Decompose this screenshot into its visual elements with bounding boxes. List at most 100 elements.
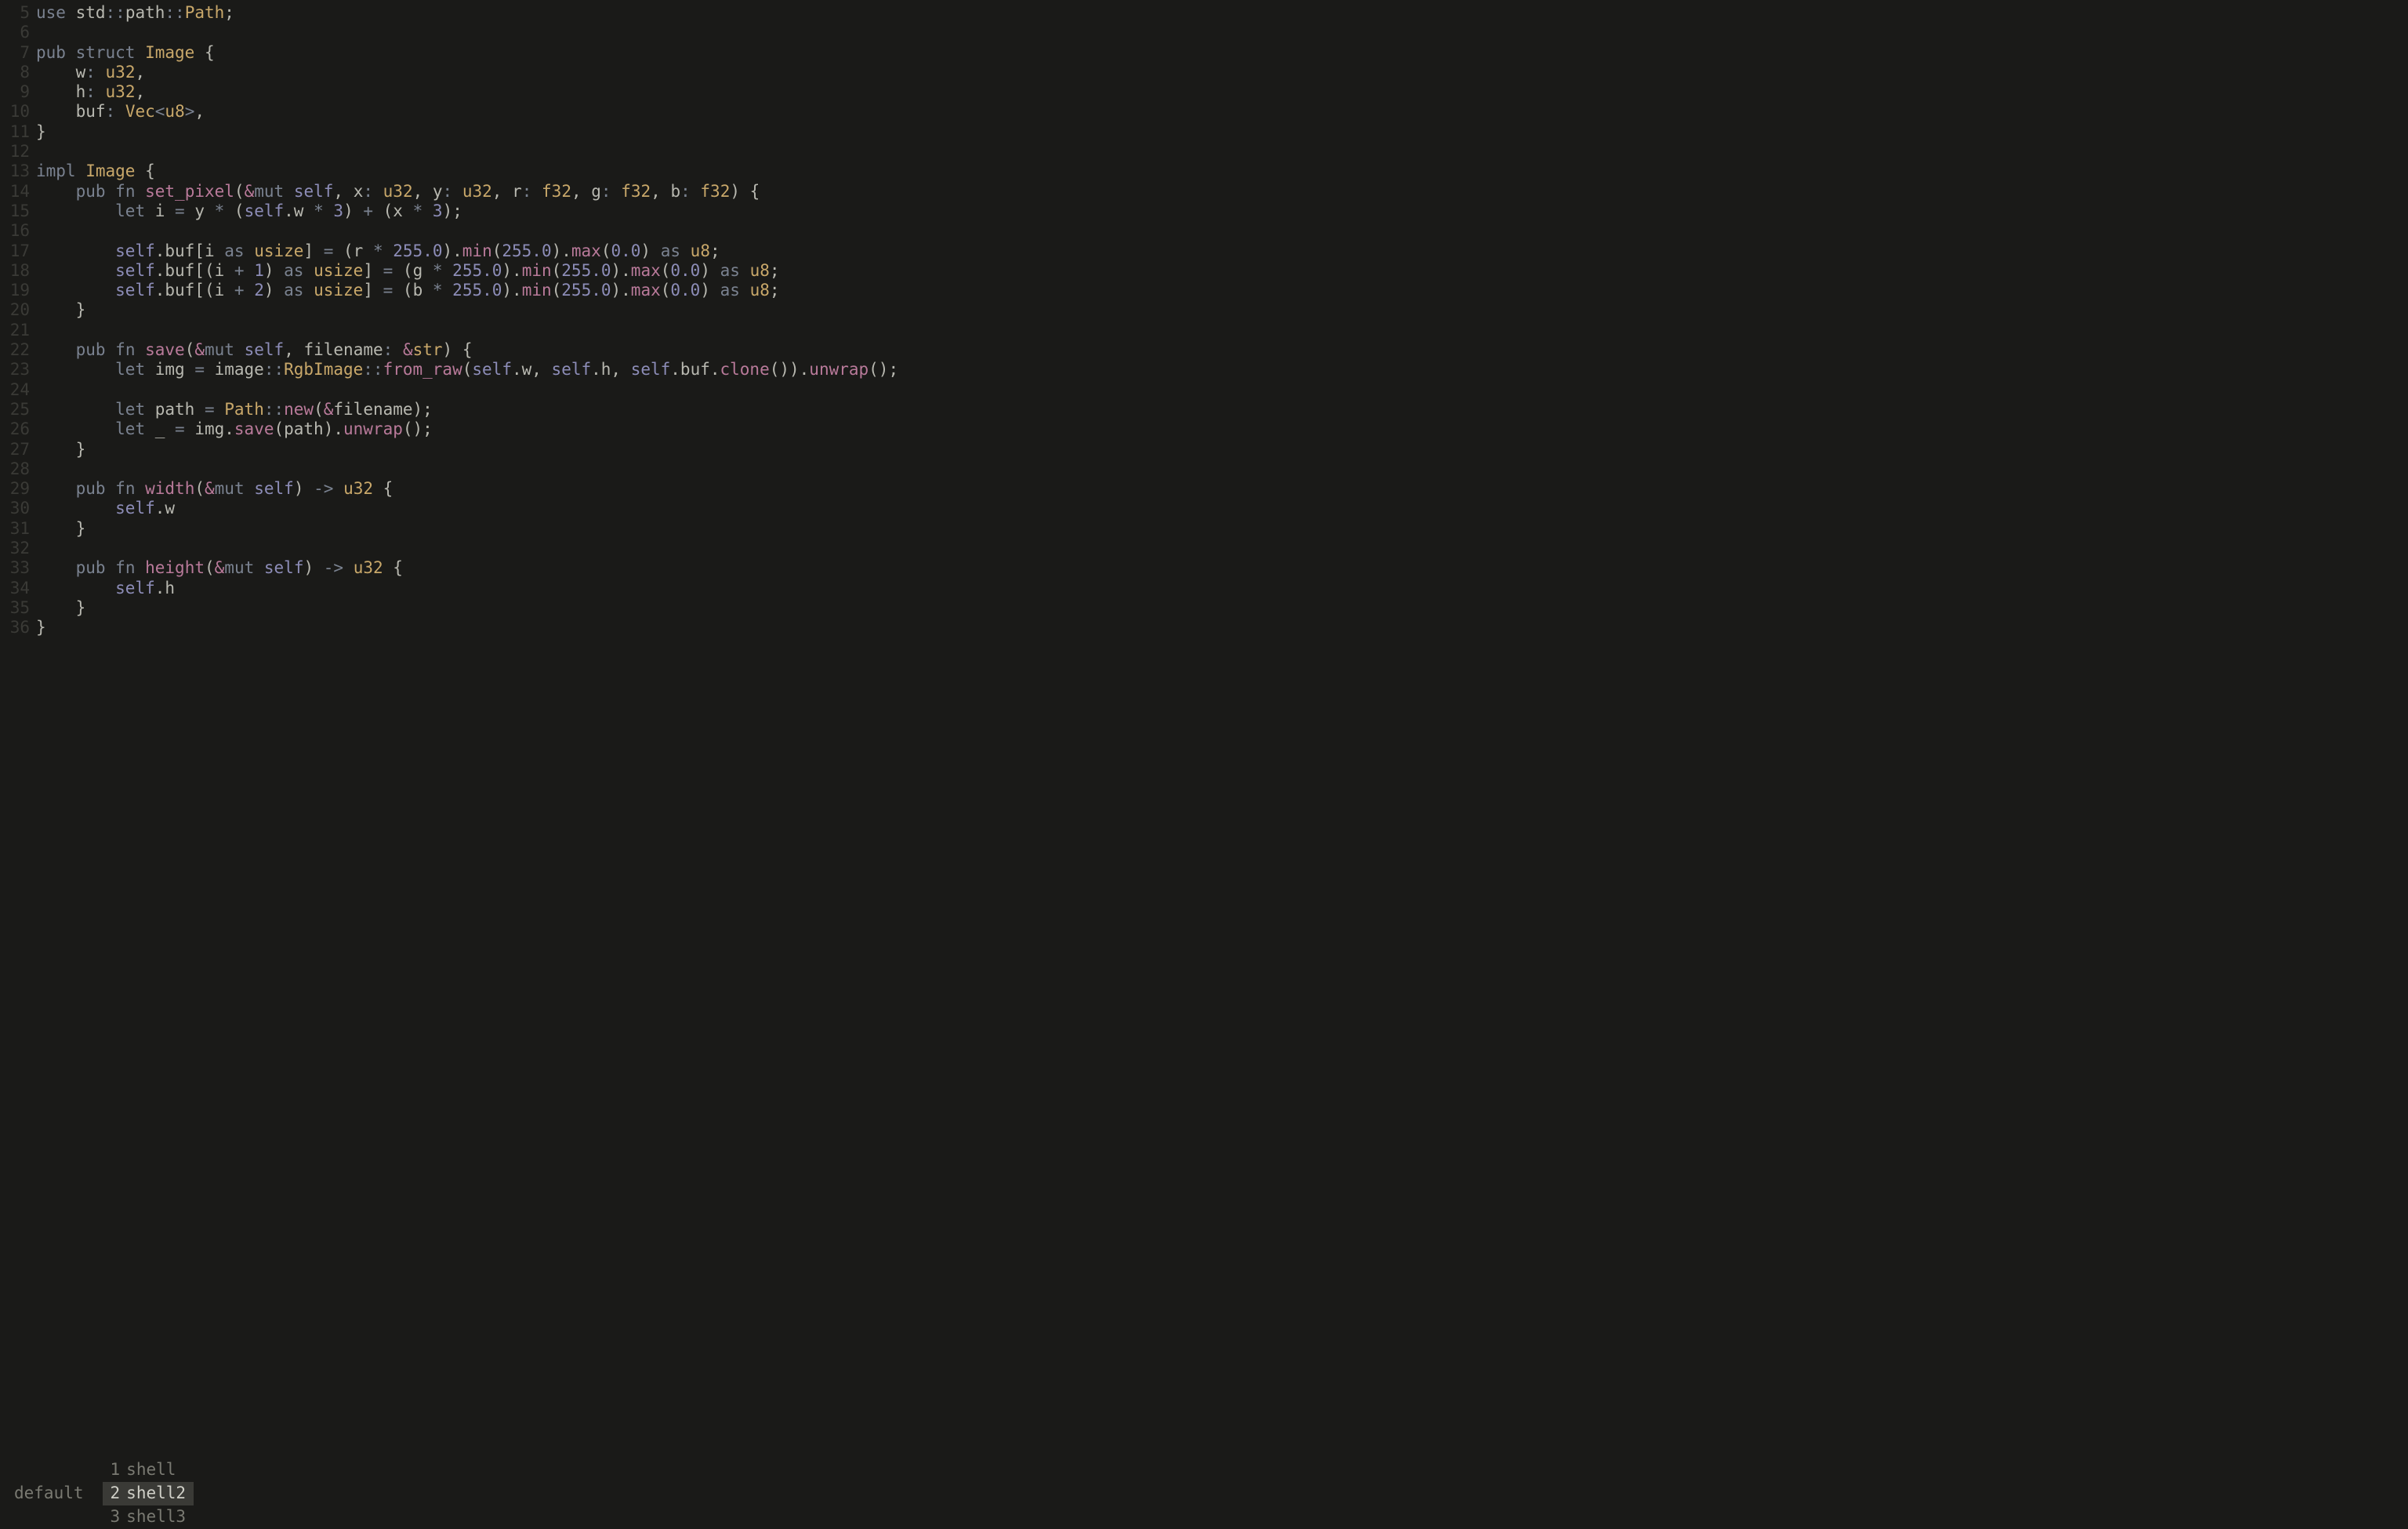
line-number: 12 — [0, 142, 36, 162]
code-line[interactable]: 22 pub fn save(&mut self, filename: &str… — [0, 340, 2408, 360]
code-content[interactable]: buf: Vec<u8>, — [36, 102, 2408, 122]
code-line[interactable]: 19 self.buf[(i + 2) as usize] = (b * 255… — [0, 281, 2408, 300]
line-number: 30 — [0, 499, 36, 518]
line-number: 33 — [0, 558, 36, 578]
line-number: 23 — [0, 360, 36, 380]
code-content[interactable]: } — [36, 618, 2408, 637]
line-number: 34 — [0, 579, 36, 598]
window-name: shell2 — [126, 1484, 186, 1503]
code-line[interactable]: 25 let path = Path::new(&filename); — [0, 400, 2408, 419]
window-name: shell3 — [126, 1507, 186, 1527]
line-number: 25 — [0, 400, 36, 419]
code-content[interactable]: pub fn width(&mut self) -> u32 { — [36, 479, 2408, 499]
code-line[interactable]: 35 } — [0, 598, 2408, 618]
code-line[interactable]: 36} — [0, 618, 2408, 637]
line-number: 13 — [0, 162, 36, 181]
line-number: 14 — [0, 182, 36, 202]
line-number: 36 — [0, 618, 36, 637]
code-line[interactable]: 11} — [0, 122, 2408, 142]
tmux-status-bar: default 1shell2shell23shell3 — [0, 1482, 2408, 1505]
line-number: 18 — [0, 261, 36, 281]
code-line[interactable]: 20 } — [0, 300, 2408, 320]
line-number: 20 — [0, 300, 36, 320]
tmux-window-shell3[interactable]: 3shell3 — [103, 1505, 194, 1529]
code-content[interactable]: self.buf[(i + 2) as usize] = (b * 255.0)… — [36, 281, 2408, 300]
code-editor[interactable]: 5use std::path::Path;67pub struct Image … — [0, 0, 2408, 1482]
code-line[interactable]: 7pub struct Image { — [0, 43, 2408, 63]
line-number: 21 — [0, 321, 36, 340]
code-line[interactable]: 29 pub fn width(&mut self) -> u32 { — [0, 479, 2408, 499]
window-index: 1 — [111, 1460, 121, 1480]
code-content[interactable]: } — [36, 598, 2408, 618]
code-content[interactable]: pub fn set_pixel(&mut self, x: u32, y: u… — [36, 182, 2408, 202]
code-line[interactable]: 14 pub fn set_pixel(&mut self, x: u32, y… — [0, 182, 2408, 202]
line-number: 35 — [0, 598, 36, 618]
line-number: 27 — [0, 440, 36, 459]
code-content[interactable]: let i = y * (self.w * 3) + (x * 3); — [36, 202, 2408, 221]
code-line[interactable]: 30 self.w — [0, 499, 2408, 518]
line-number: 5 — [0, 3, 36, 23]
code-line[interactable]: 10 buf: Vec<u8>, — [0, 102, 2408, 122]
code-line[interactable]: 6 — [0, 23, 2408, 42]
code-content[interactable]: use std::path::Path; — [36, 3, 2408, 23]
code-content[interactable]: pub fn height(&mut self) -> u32 { — [36, 558, 2408, 578]
line-number: 32 — [0, 539, 36, 558]
code-line[interactable]: 34 self.h — [0, 579, 2408, 598]
code-content[interactable]: } — [36, 122, 2408, 142]
code-line[interactable]: 9 h: u32, — [0, 82, 2408, 102]
code-content[interactable]: let img = image::RgbImage::from_raw(self… — [36, 360, 2408, 380]
code-content[interactable]: } — [36, 440, 2408, 459]
code-line[interactable]: 28 — [0, 459, 2408, 479]
code-content[interactable]: h: u32, — [36, 82, 2408, 102]
code-line[interactable]: 32 — [0, 539, 2408, 558]
code-content[interactable]: let path = Path::new(&filename); — [36, 400, 2408, 419]
tmux-window-shell2[interactable]: 2 shell2 — [103, 1482, 194, 1505]
code-content[interactable]: pub struct Image { — [36, 43, 2408, 63]
code-content[interactable]: } — [36, 519, 2408, 539]
code-line[interactable]: 23 let img = image::RgbImage::from_raw(s… — [0, 360, 2408, 380]
code-content[interactable]: pub fn save(&mut self, filename: &str) { — [36, 340, 2408, 360]
code-line[interactable]: 8 w: u32, — [0, 63, 2408, 82]
line-number: 29 — [0, 479, 36, 499]
line-number: 17 — [0, 242, 36, 261]
code-line[interactable]: 33 pub fn height(&mut self) -> u32 { — [0, 558, 2408, 578]
session-name: default — [14, 1484, 84, 1503]
line-number: 16 — [0, 221, 36, 241]
code-content[interactable]: self.buf[(i + 1) as usize] = (g * 255.0)… — [36, 261, 2408, 281]
code-line[interactable]: 24 — [0, 380, 2408, 400]
window-name: shell — [126, 1460, 176, 1480]
code-line[interactable]: 21 — [0, 321, 2408, 340]
code-content[interactable]: } — [36, 300, 2408, 320]
tmux-window-shell[interactable]: 1shell — [103, 1458, 194, 1482]
code-content[interactable]: impl Image { — [36, 162, 2408, 181]
code-content[interactable]: let _ = img.save(path).unwrap(); — [36, 419, 2408, 439]
line-number: 9 — [0, 82, 36, 102]
code-line[interactable]: 18 self.buf[(i + 1) as usize] = (g * 255… — [0, 261, 2408, 281]
line-number: 22 — [0, 340, 36, 360]
code-line[interactable]: 16 — [0, 221, 2408, 241]
code-content[interactable]: w: u32, — [36, 63, 2408, 82]
window-index: 2 — [111, 1484, 121, 1503]
line-number: 7 — [0, 43, 36, 63]
code-content[interactable]: self.h — [36, 579, 2408, 598]
code-content[interactable]: self.w — [36, 499, 2408, 518]
line-number: 24 — [0, 380, 36, 400]
code-line[interactable]: 27 } — [0, 440, 2408, 459]
line-number: 10 — [0, 102, 36, 122]
code-line[interactable]: 15 let i = y * (self.w * 3) + (x * 3); — [0, 202, 2408, 221]
code-content[interactable]: self.buf[i as usize] = (r * 255.0).min(2… — [36, 242, 2408, 261]
code-line[interactable]: 31 } — [0, 519, 2408, 539]
line-number: 26 — [0, 419, 36, 439]
code-line[interactable]: 17 self.buf[i as usize] = (r * 255.0).mi… — [0, 242, 2408, 261]
line-number: 19 — [0, 281, 36, 300]
code-line[interactable]: 26 let _ = img.save(path).unwrap(); — [0, 419, 2408, 439]
code-line[interactable]: 12 — [0, 142, 2408, 162]
code-line[interactable]: 5use std::path::Path; — [0, 3, 2408, 23]
line-number: 31 — [0, 519, 36, 539]
line-number: 11 — [0, 122, 36, 142]
window-index: 3 — [111, 1507, 121, 1527]
code-line[interactable]: 13impl Image { — [0, 162, 2408, 181]
line-number: 28 — [0, 459, 36, 479]
line-number: 6 — [0, 23, 36, 42]
line-number: 15 — [0, 202, 36, 221]
